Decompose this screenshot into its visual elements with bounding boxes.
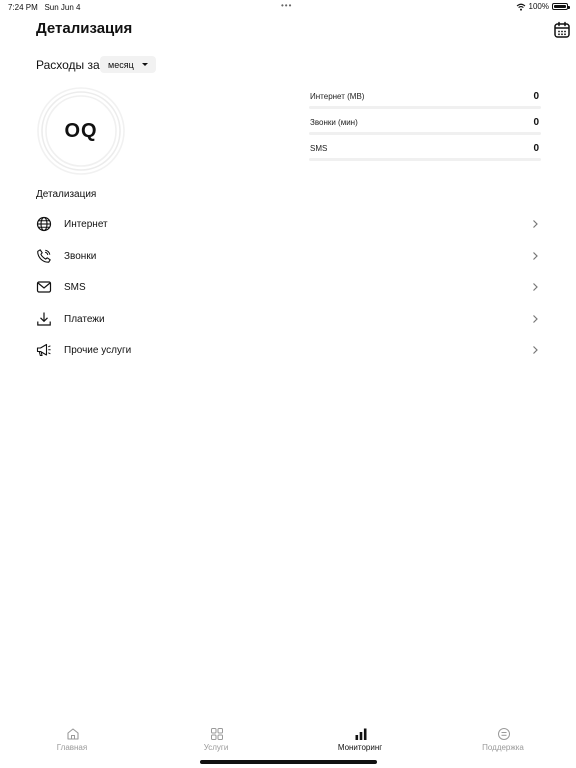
chevron-right-icon bbox=[533, 283, 538, 291]
tab-label: Мониторинг bbox=[337, 743, 383, 752]
tab-label: Услуги bbox=[203, 743, 229, 752]
brand-logo: OQ bbox=[64, 119, 98, 142]
details-item-label: Звонки bbox=[64, 250, 97, 262]
wifi-icon bbox=[516, 3, 525, 11]
battery-icon bbox=[552, 3, 570, 10]
tab-bar: Главная Услуги Мониторинг Поддержка bbox=[0, 722, 576, 758]
phone-icon bbox=[35, 247, 53, 265]
stat-value: 0 bbox=[533, 91, 539, 102]
stat-label: Интернет (МВ) bbox=[310, 92, 365, 101]
stat-progress-track bbox=[309, 158, 541, 161]
tab-label: Поддержка bbox=[482, 743, 524, 752]
megaphone-icon bbox=[35, 341, 53, 359]
home-indicator[interactable] bbox=[200, 760, 377, 764]
envelope-icon bbox=[35, 278, 53, 296]
period-value: месяц bbox=[108, 59, 134, 70]
details-item-label: Интернет bbox=[64, 218, 108, 230]
caret-down-icon bbox=[141, 63, 148, 66]
status-bar: 7:24 PM Sun Jun 4 ••• 100% bbox=[0, 0, 576, 14]
status-time: 7:24 PM Sun Jun 4 bbox=[8, 3, 81, 12]
stat-label: SMS bbox=[310, 144, 328, 153]
expenses-label: Расходы за bbox=[36, 58, 100, 72]
details-item-label: SMS bbox=[64, 281, 86, 293]
stat-value: 0 bbox=[533, 117, 539, 128]
home-icon bbox=[67, 728, 79, 740]
status-right: 100% bbox=[516, 2, 570, 11]
battery-percent: 100% bbox=[528, 2, 549, 11]
tab-services[interactable]: Услуги bbox=[156, 722, 276, 758]
tab-label: Главная bbox=[56, 743, 88, 752]
globe-icon bbox=[35, 215, 53, 233]
page-title: Детализация bbox=[36, 20, 133, 37]
tab-monitoring[interactable]: Мониторинг bbox=[300, 722, 420, 758]
stat-progress-track bbox=[309, 106, 541, 109]
details-item-internet[interactable]: Интернет bbox=[30, 211, 546, 237]
tab-support[interactable]: Поддержка bbox=[443, 722, 563, 758]
grid-icon bbox=[211, 728, 223, 740]
details-item-other-services[interactable]: Прочие услуги bbox=[30, 337, 546, 363]
stat-label: Звонки (мин) bbox=[310, 118, 358, 127]
details-item-sms[interactable]: SMS bbox=[30, 274, 546, 300]
details-item-payments[interactable]: Платежи bbox=[30, 306, 546, 332]
chevron-right-icon bbox=[533, 346, 538, 354]
chevron-right-icon bbox=[533, 315, 538, 323]
chevron-right-icon bbox=[533, 220, 538, 228]
bar-chart-icon bbox=[355, 728, 367, 740]
details-item-label: Прочие услуги bbox=[64, 344, 132, 356]
stat-value: 0 bbox=[533, 143, 539, 154]
multitasking-dots[interactable]: ••• bbox=[281, 1, 292, 10]
chevron-right-icon bbox=[533, 252, 538, 260]
tab-home[interactable]: Главная bbox=[12, 722, 132, 758]
details-section-title: Детализация bbox=[36, 189, 97, 200]
stat-progress-track bbox=[309, 132, 541, 135]
status-date: Sun Jun 4 bbox=[44, 3, 81, 12]
period-dropdown[interactable]: месяц bbox=[100, 56, 156, 73]
download-icon bbox=[35, 310, 53, 328]
support-chat-icon bbox=[498, 728, 510, 740]
details-item-label: Платежи bbox=[64, 313, 105, 325]
details-item-calls[interactable]: Звонки bbox=[30, 243, 546, 269]
calendar-button[interactable] bbox=[552, 20, 572, 40]
calendar-icon bbox=[554, 21, 570, 38]
